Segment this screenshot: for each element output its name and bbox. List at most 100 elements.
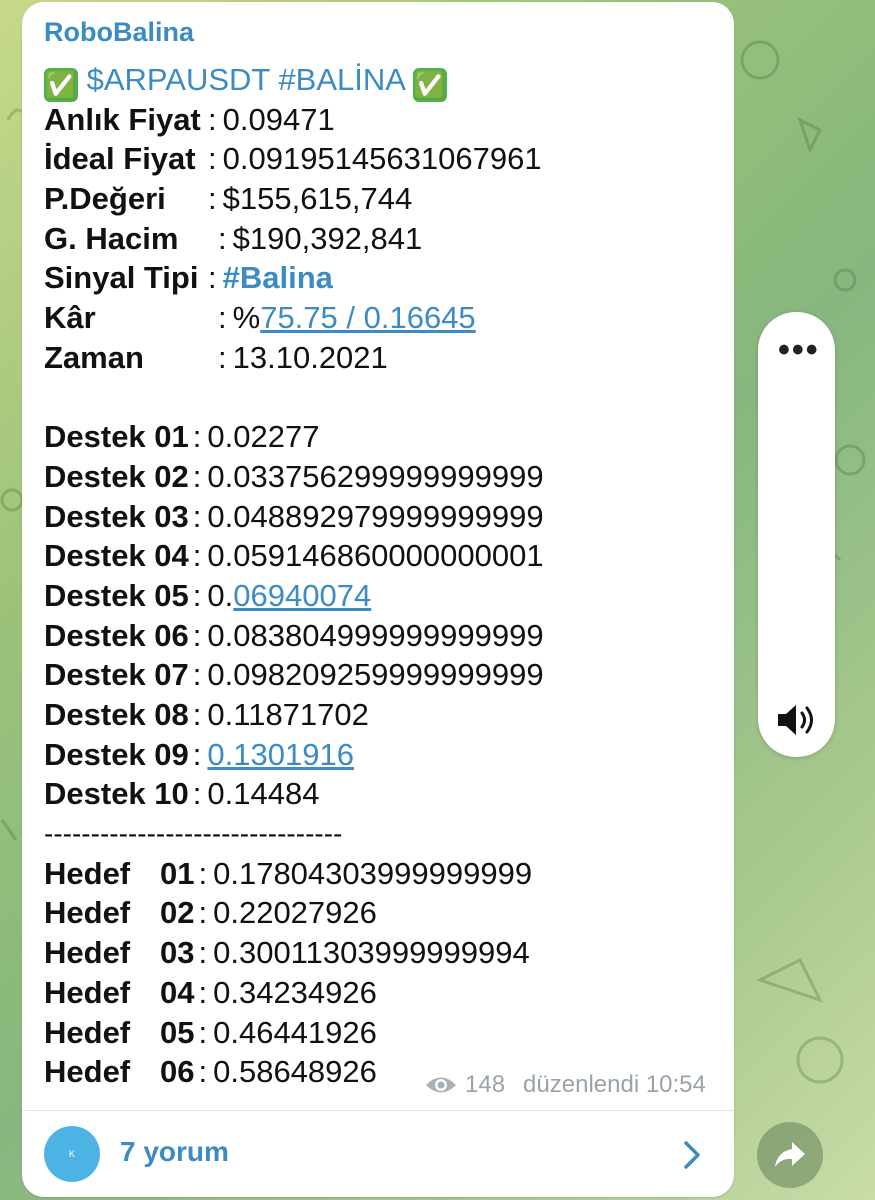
target-value: 0.30011303999999994 (213, 935, 530, 971)
info-value: 13.10.2021 (232, 339, 388, 375)
info-label: Sinyal Tipi (44, 260, 199, 296)
support-label: Destek 01 (44, 419, 189, 455)
support-row: Destek 09:0.1301916 (44, 735, 724, 775)
support-separator: : (192, 776, 202, 812)
info-row: P.Değeri: $155,615,744 (44, 179, 724, 219)
support-prefix: 0. (207, 577, 234, 613)
info-row: Sinyal Tipi: #Balina (44, 258, 724, 298)
info-separator: : (218, 339, 227, 375)
view-count: 148 (465, 1071, 506, 1098)
target-number: 01 (160, 855, 195, 891)
share-button[interactable] (757, 1122, 823, 1188)
support-value: 0.02277 (207, 419, 320, 455)
info-separator: : (218, 300, 227, 336)
support-value[interactable]: 0.1301916 (207, 737, 354, 772)
check-icon: ✅ (44, 68, 78, 102)
support-separator: : (192, 617, 202, 653)
support-label: Destek 05 (44, 577, 189, 613)
support-row: Destek 08:0.11871702 (44, 695, 724, 735)
info-separator: : (218, 220, 227, 256)
support-value: 0.098209259999999999 (207, 657, 544, 693)
info-value: 0.09195145631067961 (222, 141, 542, 177)
eye-icon (426, 1077, 456, 1093)
target-separator: : (198, 895, 208, 931)
support-row: Destek 10:0.14484 (44, 774, 724, 814)
more-icon[interactable]: ••• (778, 333, 820, 367)
support-value: 0.059146860000000001 (207, 538, 544, 574)
info-value: $155,615,744 (222, 181, 413, 217)
target-label: Hedef (44, 974, 131, 1010)
comments-count-label[interactable]: 7 yorum (120, 1136, 229, 1168)
target-block: Hedef 01:0.17804303999999999 Hedef 02:0.220… (44, 854, 724, 1092)
info-separator: : (208, 141, 217, 177)
info-row: Zaman:13.10.2021 (44, 338, 724, 378)
target-value: 0.58648926 (213, 1054, 377, 1090)
sender-name[interactable]: RoboBalina (44, 17, 194, 48)
support-row: Destek 02:0.033756299999999999 (44, 457, 724, 497)
support-value[interactable]: 06940074 (233, 578, 371, 613)
support-label: Destek 08 (44, 697, 189, 732)
target-value: 0.34234926 (213, 974, 377, 1010)
target-number: 05 (160, 1014, 195, 1050)
info-separator: : (208, 101, 217, 137)
info-row: İdeal Fiyat:0.09195145631067961 (44, 139, 724, 179)
message-meta: 148 düzenlendi 10:54 (425, 1071, 706, 1099)
info-row: G. Hacim: $190,392,841 (44, 219, 724, 259)
info-separator: : (208, 181, 217, 217)
support-separator: : (192, 498, 202, 534)
target-value: 0.46441926 (213, 1014, 377, 1050)
info-label: Kâr (44, 300, 96, 336)
info-prefix: % (232, 300, 261, 336)
support-value: 0.033756299999999999 (207, 458, 544, 494)
chevron-right-icon[interactable] (682, 1140, 702, 1170)
share-icon (775, 1142, 805, 1167)
support-label: Destek 02 (44, 458, 189, 494)
speaker-icon[interactable] (776, 702, 818, 738)
target-number: 04 (160, 974, 195, 1010)
info-separator: : (208, 260, 217, 296)
support-label: Destek 06 (44, 617, 189, 653)
target-separator: : (198, 974, 208, 1010)
media-side-panel: ••• (758, 312, 835, 757)
target-label: Hedef (44, 1014, 131, 1050)
comments-bar[interactable]: K 7 yorum (22, 1111, 734, 1197)
target-number: 06 (160, 1054, 195, 1090)
support-value: 0.11871702 (207, 697, 369, 732)
info-value[interactable]: 75.75 / 0.16645 (260, 300, 475, 335)
target-row: Hedef 04:0.34234926 (44, 973, 724, 1013)
target-value: 0.17804303999999999 (213, 855, 533, 891)
target-separator: : (198, 935, 208, 971)
support-row: Destek 03:0.048892979999999999 (44, 497, 724, 537)
separator-line: -------------------------------- (44, 818, 343, 850)
info-label: Zaman (44, 339, 144, 375)
target-label: Hedef (44, 1054, 131, 1090)
target-row: Hedef 02:0.22027926 (44, 893, 724, 933)
info-value[interactable]: #Balina (223, 260, 333, 295)
target-separator: : (198, 1014, 208, 1050)
support-separator: : (192, 736, 202, 772)
target-row: Hedef 03:0.30011303999999994 (44, 933, 724, 973)
target-separator: : (198, 855, 208, 891)
support-value: 0.083804999999999999 (207, 617, 544, 653)
info-row: Kâr: %75.75 / 0.16645 (44, 298, 724, 338)
info-block: Anlık Fiyat:0.09471 İdeal Fiyat:0.0919514… (44, 100, 724, 378)
target-row: Hedef 01:0.17804303999999999 (44, 854, 724, 894)
support-value: 0.048892979999999999 (207, 498, 544, 534)
info-label: P.Değeri (44, 181, 166, 217)
support-row: Destek 07:0.098209259999999999 (44, 655, 724, 695)
support-row: Destek 06:0.083804999999999999 (44, 616, 724, 656)
avatar: K (44, 1126, 100, 1182)
edited-time: düzenlendi 10:54 (523, 1071, 706, 1098)
target-number: 03 (160, 935, 195, 971)
title-text[interactable]: $ARPAUSDT #BALİNA (87, 62, 405, 97)
support-separator: : (192, 419, 202, 455)
target-value: 0.22027926 (213, 895, 377, 931)
support-row: Destek 05:0.06940074 (44, 576, 724, 616)
info-value: 0.09471 (222, 101, 335, 137)
check-icon: ✅ (412, 68, 447, 102)
target-row: Hedef 05:0.46441926 (44, 1013, 724, 1053)
info-row: Anlık Fiyat:0.09471 (44, 100, 724, 140)
target-label: Hedef (44, 895, 131, 931)
message-text: ✅ $ARPAUSDT #BALİNA ✅ Anlık Fiyat:0.0947… (44, 60, 724, 1092)
support-separator: : (192, 697, 202, 732)
